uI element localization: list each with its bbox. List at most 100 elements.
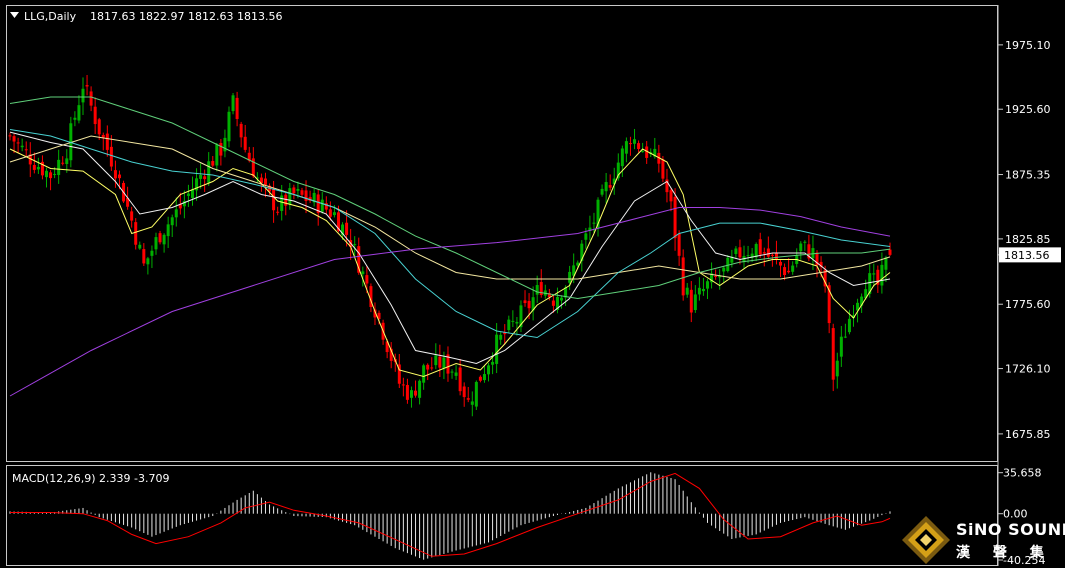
candle-body [263, 178, 267, 185]
price-tick-label: 1825.85 [1005, 233, 1051, 246]
candle-body [474, 381, 478, 407]
candle-body [109, 146, 113, 167]
candle-body [499, 334, 503, 340]
candle-body [458, 367, 462, 392]
candle-body [685, 287, 689, 295]
candle-body [454, 372, 458, 376]
candle-body [65, 158, 69, 164]
candle-body [186, 193, 190, 196]
candle-body [89, 91, 93, 106]
candle-body [101, 134, 105, 138]
candle-body [738, 247, 742, 258]
candle-body [604, 182, 608, 192]
candle-body [409, 390, 413, 398]
candle-body [105, 133, 109, 150]
candle-body [426, 364, 430, 370]
candle-body [608, 185, 612, 188]
candle-body [401, 384, 405, 386]
price-chart[interactable]: 1675.85 1726.10 1775.60 1825.85 1875.35 1925.… [0, 0, 1065, 568]
candle-body [174, 209, 178, 218]
candle-body [276, 211, 280, 213]
candle-body [600, 188, 604, 195]
diamond-logo-icon [902, 516, 950, 564]
candle-body [93, 106, 97, 125]
candle-body [478, 376, 482, 381]
candle-body [620, 148, 624, 167]
ohlc-readout: 1817.63 1822.97 1812.63 1813.56 [90, 10, 282, 23]
candle-body [523, 300, 527, 304]
macd-tick-label: 35.658 [1003, 467, 1042, 480]
candle-body [888, 249, 892, 255]
candle-body [847, 318, 851, 333]
candle [474, 380, 478, 411]
candle-body [535, 285, 539, 295]
candle-body [592, 222, 596, 224]
price-tick-label: 1875.35 [1005, 169, 1051, 182]
price-tick-label: 1775.60 [1005, 298, 1051, 311]
candle-body [24, 149, 28, 151]
candle-body [231, 95, 235, 112]
candle-body [292, 187, 296, 194]
candle-body [162, 234, 166, 245]
candle-body [44, 170, 48, 178]
candle-body [280, 195, 284, 211]
candle-body [284, 194, 288, 206]
candle-body [296, 189, 300, 191]
candle-body [430, 367, 434, 369]
candle-body [113, 170, 117, 179]
candle-body [697, 287, 701, 295]
candle-body [138, 244, 142, 249]
candle-body [770, 254, 774, 256]
candle-body [16, 142, 20, 144]
candle-body [422, 365, 426, 383]
candle-body [239, 123, 243, 138]
candle-body [207, 161, 211, 183]
candle-body [154, 237, 158, 250]
candle-body [693, 294, 697, 311]
candle-body [12, 136, 16, 142]
candle-body [365, 275, 369, 284]
candle-body [36, 166, 40, 170]
candle-body [884, 257, 888, 270]
candle-body [628, 143, 632, 145]
candle-body [462, 386, 466, 398]
candle-body [507, 319, 511, 331]
candle-body [551, 300, 555, 306]
candle-body [633, 139, 637, 144]
candle-body [584, 233, 588, 240]
candle-body [405, 384, 409, 400]
candle-body [320, 199, 324, 212]
candle-body [53, 173, 57, 175]
candle-body [803, 241, 807, 243]
candle-body [57, 159, 61, 175]
symbol-label: LLG,Daily [24, 10, 77, 23]
candle-body [762, 252, 766, 254]
candle-body [701, 288, 705, 292]
candle-body [211, 161, 215, 166]
candle-body [831, 328, 835, 380]
candle-body [134, 222, 138, 245]
candle-body [77, 105, 81, 121]
candle-body [495, 334, 499, 364]
price-tick-label: 1675.85 [1005, 428, 1051, 441]
candle-body [835, 360, 839, 377]
candle-body [669, 190, 673, 202]
candle-body [677, 233, 681, 256]
candle-body [681, 257, 685, 296]
candle-body [637, 143, 641, 149]
candle-body [722, 267, 726, 272]
candle-body [203, 176, 207, 180]
candle-body [304, 190, 308, 201]
candle-body [673, 196, 677, 239]
candle-body [130, 211, 134, 221]
candle-body [872, 273, 876, 275]
candle-body [624, 141, 628, 154]
candle-body [843, 336, 847, 338]
candle-body [560, 297, 564, 301]
candle-body [482, 374, 486, 381]
logo-chinese-text: 漢 聲 集 團 [956, 545, 1065, 561]
candle-body [235, 97, 239, 119]
logo-brand-text: SiNO SOUND [956, 520, 1065, 539]
candle-body [81, 88, 85, 103]
candle-body [328, 209, 332, 217]
